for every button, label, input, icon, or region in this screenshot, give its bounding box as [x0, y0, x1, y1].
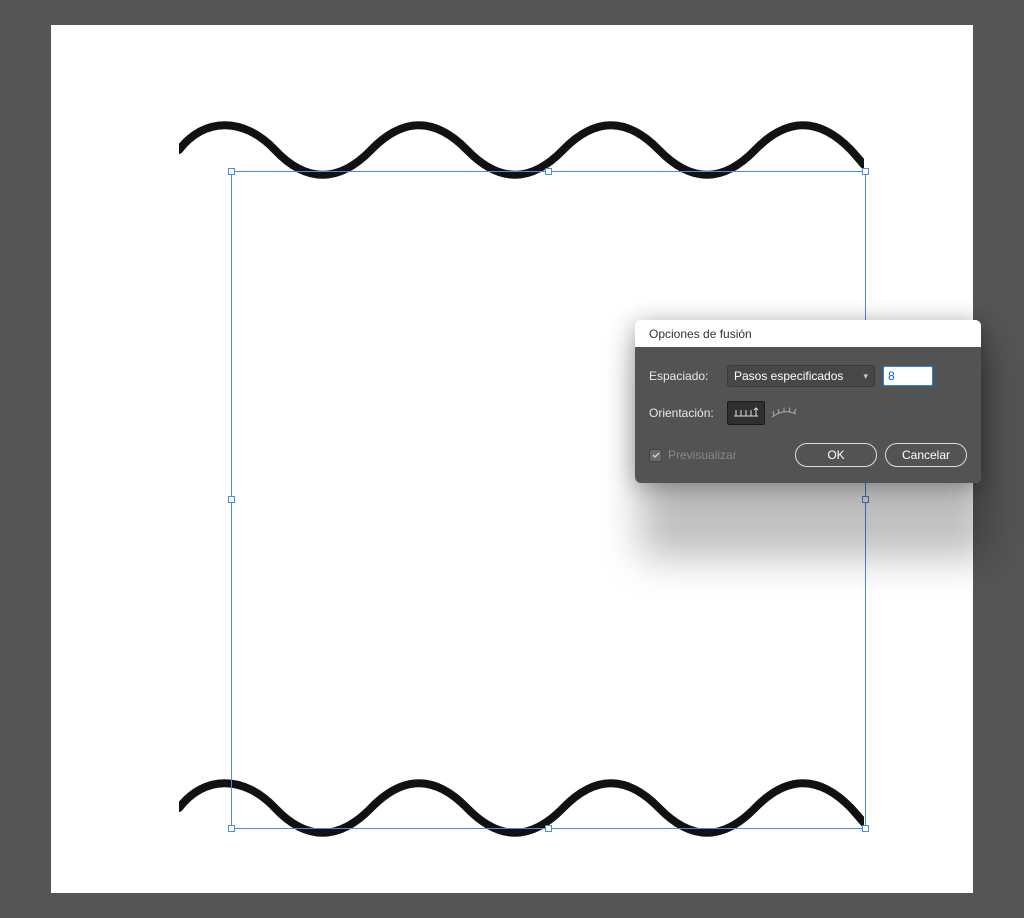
- align-to-page-icon: [732, 406, 760, 420]
- spacing-select-value: Pasos especificados: [734, 369, 843, 383]
- blend-options-dialog: Opciones de fusión Espaciado: Pasos espe…: [635, 320, 981, 483]
- align-to-path-icon: [770, 406, 798, 420]
- ok-button[interactable]: OK: [795, 443, 877, 467]
- dialog-footer: Previsualizar OK Cancelar: [649, 443, 967, 467]
- spacing-row: Espaciado: Pasos especificados ▾: [649, 365, 967, 387]
- cancel-button[interactable]: Cancelar: [885, 443, 967, 467]
- preview-checkbox-group[interactable]: Previsualizar: [649, 448, 737, 462]
- selection-handle-top-right[interactable]: [862, 168, 869, 175]
- spacing-steps-input[interactable]: [883, 366, 933, 386]
- selection-handle-top-middle[interactable]: [545, 168, 552, 175]
- selection-handle-top-left[interactable]: [228, 168, 235, 175]
- dialog-buttons: OK Cancelar: [795, 443, 967, 467]
- orientation-align-page-button[interactable]: [727, 401, 765, 425]
- orientation-row: Orientación:: [649, 401, 967, 425]
- chevron-down-icon: ▾: [863, 371, 868, 382]
- orientation-button-group: [727, 401, 803, 425]
- orientation-label: Orientación:: [649, 406, 719, 420]
- preview-label: Previsualizar: [668, 448, 737, 462]
- orientation-align-path-button[interactable]: [765, 401, 803, 425]
- selection-handle-middle-left[interactable]: [228, 496, 235, 503]
- selection-handle-bottom-right[interactable]: [862, 825, 869, 832]
- checkmark-icon: [651, 450, 661, 460]
- preview-checkbox[interactable]: [649, 449, 662, 462]
- dialog-title: Opciones de fusión: [635, 320, 981, 347]
- spacing-label: Espaciado:: [649, 369, 719, 383]
- selection-handle-bottom-middle[interactable]: [545, 825, 552, 832]
- selection-handle-bottom-left[interactable]: [228, 825, 235, 832]
- spacing-select[interactable]: Pasos especificados ▾: [727, 365, 875, 387]
- dialog-body: Espaciado: Pasos especificados ▾ Orienta…: [635, 347, 981, 483]
